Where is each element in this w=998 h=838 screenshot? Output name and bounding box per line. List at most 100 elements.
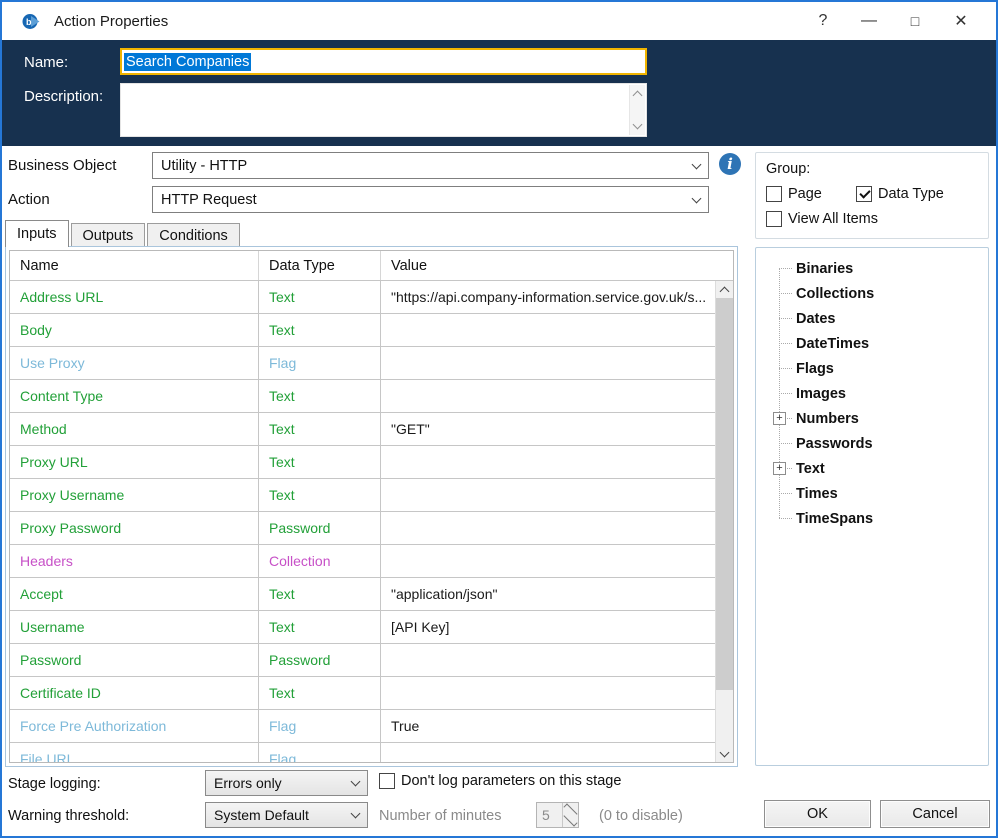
- checkbox-label: View All Items: [788, 211, 878, 227]
- svg-text:b: b: [26, 17, 32, 27]
- description-scrollbar[interactable]: [629, 85, 645, 135]
- param-name: Body: [10, 314, 259, 346]
- tree-item-images[interactable]: Images: [756, 381, 988, 406]
- tree-item-label: Text: [796, 461, 825, 477]
- checkbox-dont-log-parameters[interactable]: Don't log parameters on this stage: [379, 773, 621, 789]
- name-input[interactable]: Search Companies: [120, 48, 647, 75]
- info-icon[interactable]: i: [719, 153, 741, 175]
- tree-item-dates[interactable]: Dates: [756, 306, 988, 331]
- param-type: Text: [259, 611, 381, 643]
- group-panel: Group: PageData Type View All Items: [755, 152, 989, 239]
- param-value[interactable]: True: [381, 710, 715, 742]
- expand-plus-icon[interactable]: +: [773, 462, 786, 475]
- param-value[interactable]: [381, 743, 715, 762]
- param-value[interactable]: [381, 644, 715, 676]
- tab-bar: InputsOutputsConditions: [5, 220, 242, 247]
- param-type: Text: [259, 314, 381, 346]
- param-name: Password: [10, 644, 259, 676]
- checkbox-page[interactable]: Page: [766, 186, 856, 202]
- minutes-spinner[interactable]: 5: [536, 802, 579, 828]
- column-header-name[interactable]: Name: [10, 251, 259, 280]
- tree-item-datetimes[interactable]: DateTimes: [756, 331, 988, 356]
- description-label: Description:: [24, 88, 103, 105]
- param-name: Username: [10, 611, 259, 643]
- table-row: Content TypeText: [10, 380, 715, 413]
- param-value[interactable]: "https://api.company-information.service…: [381, 281, 715, 313]
- spinner-buttons: [562, 803, 578, 827]
- group-checkboxes: PageData Type View All Items: [766, 186, 978, 227]
- scrollbar-thumb[interactable]: [716, 298, 733, 690]
- expand-plus-icon[interactable]: +: [773, 412, 786, 425]
- tree-item-times[interactable]: Times: [756, 481, 988, 506]
- maximize-button[interactable]: □: [892, 4, 938, 38]
- scroll-down-icon[interactable]: [716, 745, 733, 762]
- warning-threshold-select[interactable]: System Default: [205, 802, 368, 828]
- column-header-data-type[interactable]: Data Type: [259, 251, 381, 280]
- description-textarea[interactable]: [120, 83, 647, 137]
- tree-items: Binaries CollectionsDatesDateTimesFlagsIm…: [756, 256, 988, 531]
- param-type: Text: [259, 413, 381, 445]
- scroll-up-icon[interactable]: [633, 91, 643, 101]
- tree-item-label: Binaries: [796, 261, 853, 277]
- tree-item-label: TimeSpans: [796, 511, 873, 527]
- param-value[interactable]: [381, 512, 715, 544]
- minutes-value: 5: [537, 803, 562, 827]
- checkbox-view-all-items[interactable]: View All Items: [766, 211, 978, 227]
- param-value[interactable]: [381, 314, 715, 346]
- checkbox-data-type[interactable]: Data Type: [856, 186, 944, 202]
- title-bar: b Action Properties ? — □ ✕: [2, 2, 996, 40]
- tree-item-flags[interactable]: Flags: [756, 356, 988, 381]
- param-value[interactable]: [API Key]: [381, 611, 715, 643]
- table-row: PasswordPassword: [10, 644, 715, 677]
- cancel-button[interactable]: Cancel: [880, 800, 990, 828]
- scroll-down-icon[interactable]: [633, 120, 643, 130]
- table-row: Force Pre AuthorizationFlagTrue: [10, 710, 715, 743]
- chevron-down-icon: [351, 809, 361, 819]
- param-value[interactable]: "application/json": [381, 578, 715, 610]
- tree-item-passwords[interactable]: Passwords: [756, 431, 988, 456]
- grid-header: NameData TypeValue: [10, 251, 733, 281]
- chevron-down-icon: [351, 777, 361, 787]
- group-label: Group:: [766, 161, 978, 177]
- business-object-value: Utility - HTTP: [161, 158, 693, 174]
- scroll-up-icon[interactable]: [716, 281, 733, 298]
- name-label: Name:: [24, 54, 68, 71]
- table-row: Address URLText"https://api.company-info…: [10, 281, 715, 314]
- ok-button[interactable]: OK: [764, 800, 871, 828]
- tab-inputs[interactable]: Inputs: [5, 220, 69, 247]
- param-value[interactable]: [381, 347, 715, 379]
- dont-log-label: Don't log parameters on this stage: [401, 773, 621, 789]
- param-name: Method: [10, 413, 259, 445]
- spin-down-icon[interactable]: [563, 815, 578, 827]
- business-object-select[interactable]: Utility - HTTP: [152, 152, 709, 179]
- param-value[interactable]: [381, 479, 715, 511]
- tab-conditions[interactable]: Conditions: [147, 223, 240, 247]
- column-header-value[interactable]: Value: [381, 251, 733, 280]
- checkbox-box: [766, 211, 782, 227]
- param-value[interactable]: [381, 677, 715, 709]
- stage-logging-select[interactable]: Errors only: [205, 770, 368, 796]
- tree-item-collections[interactable]: Collections: [756, 281, 988, 306]
- param-value[interactable]: "GET": [381, 413, 715, 445]
- tree-item-numbers[interactable]: +Numbers: [756, 406, 988, 431]
- tree-item-binaries[interactable]: Binaries: [756, 256, 988, 281]
- stage-logging-label: Stage logging:: [8, 776, 101, 792]
- table-row: Certificate IDText: [10, 677, 715, 710]
- tab-outputs[interactable]: Outputs: [71, 223, 146, 247]
- param-value[interactable]: [381, 545, 715, 577]
- tree-item-text[interactable]: + Text: [756, 456, 988, 481]
- param-value[interactable]: [381, 446, 715, 478]
- tree-item-timespans[interactable]: TimeSpans: [756, 506, 988, 531]
- param-value[interactable]: [381, 380, 715, 412]
- table-row: UsernameText[API Key]: [10, 611, 715, 644]
- table-row: Use ProxyFlag: [10, 347, 715, 380]
- param-type: Text: [259, 446, 381, 478]
- window-controls: ? — □ ✕: [800, 4, 984, 38]
- param-type: Flag: [259, 743, 381, 762]
- grid-scrollbar[interactable]: [715, 281, 733, 762]
- help-button[interactable]: ?: [800, 4, 846, 38]
- action-select[interactable]: HTTP Request: [152, 186, 709, 213]
- minimize-button[interactable]: —: [846, 4, 892, 38]
- param-type: Text: [259, 281, 381, 313]
- close-button[interactable]: ✕: [938, 4, 984, 38]
